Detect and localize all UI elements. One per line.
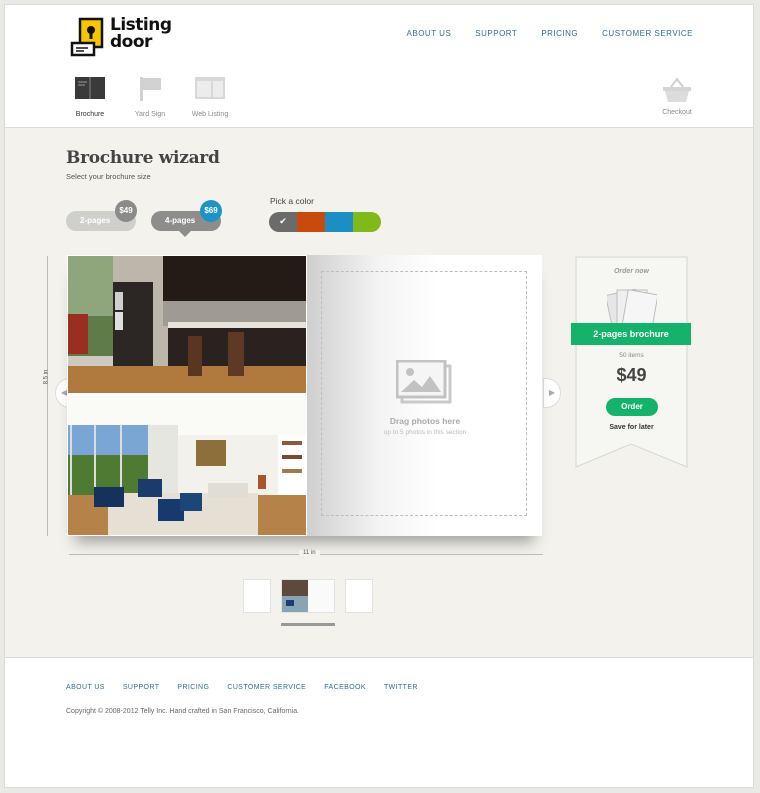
dropzone-subtitle: up to 5 photos in this section (383, 429, 467, 436)
brand-line-2: door (110, 32, 152, 52)
logo[interactable]: Listing door (70, 17, 180, 57)
save-for-later-link[interactable]: Save for later (575, 424, 688, 431)
photo-living-room[interactable] (68, 395, 306, 535)
tool-brochure-label: Brochure (75, 111, 105, 118)
checkout-label: Checkout (662, 109, 692, 116)
brochure-preview: Drag photos here up to 5 photos in this … (67, 255, 542, 536)
color-swatch-blue[interactable] (325, 212, 353, 232)
thumbnail-scrollbar[interactable] (281, 623, 335, 626)
kitchen-photo-image (68, 256, 306, 393)
height-dimension-line (47, 256, 48, 536)
color-picker-label: Pick a color (270, 196, 314, 206)
page-title: Brochure wizard (66, 148, 220, 168)
tool-yard-sign[interactable]: Yard Sign (127, 77, 173, 118)
thumbnail-spread-image (282, 580, 334, 612)
basket-icon (663, 77, 691, 102)
tool-web-listing[interactable]: Web Listing (187, 77, 233, 118)
dropzone-title: Drag photos here (389, 416, 461, 426)
photo-dropzone[interactable]: Drag photos here up to 5 photos in this … (321, 271, 527, 516)
product-tools: Brochure Yard Sign Web Listing (67, 77, 233, 118)
living-room-photo-image (68, 395, 306, 535)
next-page-button[interactable]: ▶ (543, 378, 561, 408)
order-panel: Order now 2-pages brochure 50 items $49 … (571, 256, 691, 468)
product-name-banner: 2-pages brochure (571, 323, 691, 345)
header: Listing door ABOUT US SUPPORT PRICING CU… (5, 5, 753, 128)
door-logo-icon (70, 17, 104, 57)
footer-customer-service[interactable]: CUSTOMER SERVICE (227, 684, 306, 691)
order-button[interactable]: Order (606, 398, 658, 416)
checkout-button[interactable]: Checkout (657, 77, 697, 116)
web-listing-icon (195, 77, 225, 99)
item-count: 50 items (619, 352, 644, 359)
footer-facebook[interactable]: FACEBOOK (324, 684, 366, 691)
color-picker: ✔ (269, 212, 381, 232)
footer-nav: ABOUT US SUPPORT PRICING CUSTOMER SERVIC… (66, 684, 418, 691)
top-nav: ABOUT US SUPPORT PRICING CUSTOMER SERVIC… (407, 29, 693, 38)
thumbnail-back[interactable] (345, 579, 373, 613)
page-subtitle: Select your brochure size (66, 172, 151, 181)
footer: ABOUT US SUPPORT PRICING CUSTOMER SERVIC… (5, 659, 753, 787)
height-dimension-label: 8.5 in (43, 369, 50, 385)
color-swatch-green[interactable] (353, 212, 381, 232)
nav-customer-service[interactable]: CUSTOMER SERVICE (602, 29, 693, 38)
image-placeholder-icon (396, 360, 452, 404)
right-page: Drag photos here up to 5 photos in this … (307, 255, 542, 536)
order-now-label: Order now (613, 268, 649, 275)
tool-brochure[interactable]: Brochure (67, 77, 113, 118)
footer-support[interactable]: SUPPORT (123, 684, 160, 691)
chevron-right-icon: ▶ (548, 388, 556, 397)
check-icon: ✔ (279, 217, 287, 227)
yard-sign-icon (140, 77, 161, 101)
footer-pricing[interactable]: PRICING (177, 684, 209, 691)
width-dimension-label: 11 in (299, 550, 320, 556)
copyright-text: Copyright © 2008-2012 Telly Inc. Hand cr… (66, 708, 300, 715)
brand-name: Listing door (110, 17, 172, 51)
order-price: $49 (616, 365, 647, 385)
wizard-area: Brochure wizard Select your brochure siz… (5, 128, 753, 658)
color-swatch-gray[interactable]: ✔ (269, 212, 297, 232)
tool-web-listing-label: Web Listing (191, 111, 229, 118)
nav-support[interactable]: SUPPORT (475, 29, 517, 38)
price-badge-4-pages: $69 (200, 200, 222, 222)
color-swatch-orange[interactable] (297, 212, 325, 232)
nav-about-us[interactable]: ABOUT US (407, 29, 452, 38)
price-badge-2-pages: $49 (115, 200, 137, 222)
thumbnail-cover[interactable] (243, 579, 271, 613)
footer-about-us[interactable]: ABOUT US (66, 684, 105, 691)
brochure-icon (75, 77, 105, 99)
app-frame: Listing door ABOUT US SUPPORT PRICING CU… (4, 4, 754, 788)
footer-twitter[interactable]: TWITTER (384, 684, 418, 691)
photo-kitchen[interactable] (68, 256, 306, 393)
nav-pricing[interactable]: PRICING (541, 29, 578, 38)
thumbnail-spread[interactable] (281, 579, 335, 613)
tool-yard-sign-label: Yard Sign (134, 111, 166, 118)
